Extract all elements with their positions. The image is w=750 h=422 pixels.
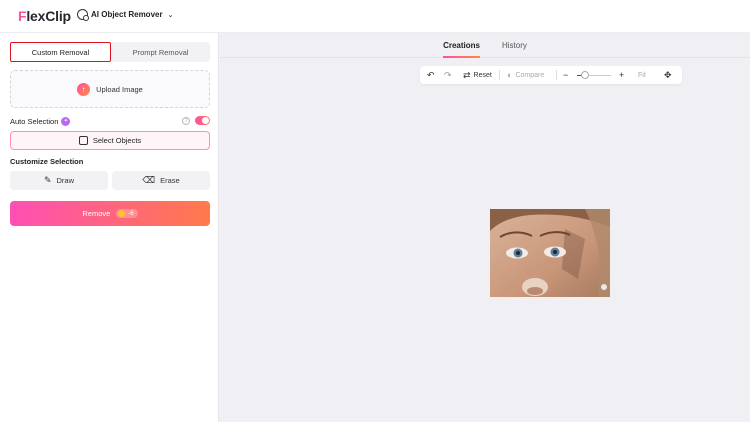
canvas-toolbar: ↶ ↷ ⇄ Reset ◐ Compare − + Fit ✥ <box>420 66 682 84</box>
minus-icon: − <box>563 70 569 80</box>
remove-label: Remove <box>82 209 111 218</box>
chevron-down-icon: ⌄ <box>167 11 174 19</box>
select-objects-icon <box>78 136 88 145</box>
upload-label: Upload Image <box>96 84 143 94</box>
erase-button[interactable]: ⌫ Erase <box>112 171 210 190</box>
credit-cost: -6 <box>128 210 134 217</box>
zoom-in-button[interactable]: + <box>619 70 624 80</box>
redo-button[interactable]: ↷ <box>444 70 452 81</box>
select-objects-button[interactable]: Select Objects <box>10 131 210 150</box>
auto-selection-toggle[interactable] <box>195 116 210 125</box>
toolbar-divider <box>556 70 557 80</box>
reset-icon: ⇄ <box>463 69 471 80</box>
undo-icon: ↶ <box>427 69 435 80</box>
removal-mode-tabs: Custom Removal Prompt Removal <box>10 42 210 62</box>
tool-name: AI Object Remover <box>91 10 163 19</box>
plus-icon: + <box>619 70 625 80</box>
reset-label: Reset <box>473 71 492 79</box>
compare-icon: ◐ <box>507 70 513 80</box>
coin-icon <box>118 210 126 217</box>
credit-cost-badge: -6 <box>116 209 138 218</box>
tab-creations[interactable]: Creations <box>443 33 480 58</box>
fit-button[interactable]: Fit <box>638 72 646 79</box>
upload-icon: ↑ <box>77 82 91 96</box>
help-icon[interactable]: ? <box>182 117 190 125</box>
tab-history[interactable]: History <box>502 33 527 58</box>
move-button[interactable]: ✥ <box>664 70 672 81</box>
select-objects-label: Select Objects <box>92 136 142 145</box>
tab-custom-removal[interactable]: Custom Removal <box>10 42 111 62</box>
tool-selector-dropdown[interactable]: AI Object Remover ⌄ <box>77 9 174 21</box>
upload-image-button[interactable]: ↑ Upload Image <box>10 70 210 108</box>
zoom-slider-handle[interactable] <box>581 71 589 79</box>
tab-prompt-removal[interactable]: Prompt Removal <box>111 42 210 62</box>
image-preview[interactable] <box>490 209 610 297</box>
redo-icon: ↷ <box>444 69 452 80</box>
eraser-icon: ⌫ <box>142 175 156 185</box>
customize-selection-title: Customize Selection <box>10 157 84 166</box>
pencil-icon: ✎ <box>43 175 52 185</box>
flexclip-logo[interactable]: FlexClip <box>18 8 71 24</box>
remove-button[interactable]: Remove -6 <box>10 201 210 226</box>
move-icon: ✥ <box>664 69 672 80</box>
auto-selection-row: Auto Selection ✦ ? <box>10 115 210 127</box>
toolbar-divider <box>499 70 500 80</box>
compare-button[interactable]: ◐ Compare <box>507 70 544 80</box>
draw-button[interactable]: ✎ Draw <box>10 171 108 190</box>
view-tabs: Creations History <box>220 33 750 58</box>
ai-badge-icon: ✦ <box>61 116 71 126</box>
undo-button[interactable]: ↶ <box>427 70 435 81</box>
canvas-area: Creations History ↶ ↷ ⇄ Reset ◐ Compare … <box>220 33 750 422</box>
logo-text: lexClip <box>26 8 71 24</box>
auto-selection-label: Auto Selection <box>10 116 59 126</box>
face-photo <box>490 209 610 297</box>
compare-label: Compare <box>515 71 545 79</box>
left-panel: Custom Removal Prompt Removal ↑ Upload I… <box>0 33 219 422</box>
draw-label: Draw <box>56 176 75 185</box>
reset-button[interactable]: ⇄ Reset <box>463 70 492 81</box>
erase-label: Erase <box>160 176 180 185</box>
top-bar: FlexClip AI Object Remover ⌄ <box>0 0 750 33</box>
object-remover-icon <box>77 9 89 21</box>
zoom-out-button[interactable]: − <box>563 70 568 80</box>
